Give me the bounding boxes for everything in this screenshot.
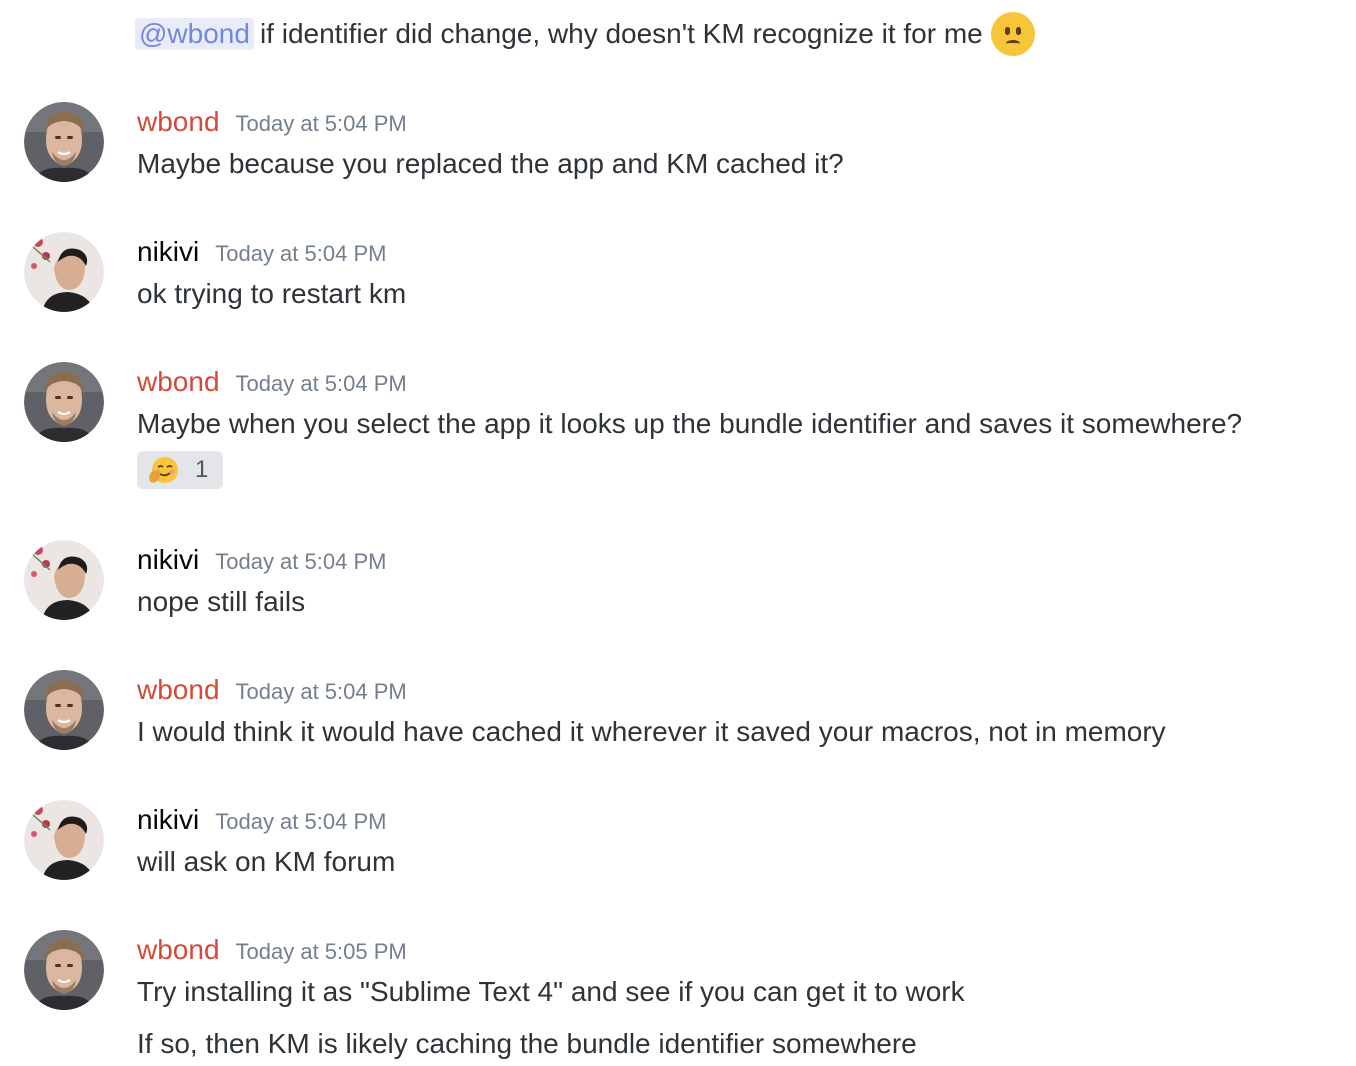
timestamp: Today at 5:04 PM [235, 371, 407, 396]
avatar-wbond[interactable] [24, 670, 104, 750]
message-header: nikivi Today at 5:04 PM [137, 800, 386, 840]
reaction-count: 1 [195, 456, 209, 483]
message-header: nikivi Today at 5:04 PM [137, 540, 386, 580]
message-text: nope still fails [137, 586, 306, 617]
message-header: nikivi Today at 5:04 PM [137, 232, 386, 272]
username[interactable]: nikivi [137, 540, 199, 580]
message-text: Try installing it as "Sublime Text 4" an… [137, 976, 965, 1007]
smirking-hand-emoji-icon [147, 455, 181, 485]
message-header: wbond Today at 5:04 PM [137, 362, 407, 402]
username[interactable]: wbond [137, 670, 220, 710]
timestamp: Today at 5:05 PM [235, 939, 407, 964]
message-text: I would think it would have cached it wh… [137, 716, 1166, 747]
username[interactable]: wbond [137, 102, 220, 142]
avatar-nikivi[interactable] [24, 800, 104, 880]
reaction-button[interactable]: 1 [137, 451, 223, 489]
message-text: Maybe because you replaced the app and K… [137, 148, 844, 179]
avatar-wbond[interactable] [24, 102, 104, 182]
username[interactable]: nikivi [137, 800, 199, 840]
message-continuation: @wbond if identifier did change, why doe… [135, 12, 1035, 56]
avatar-nikivi[interactable] [24, 232, 104, 312]
timestamp: Today at 5:04 PM [235, 111, 407, 136]
message-header: wbond Today at 5:04 PM [137, 102, 407, 142]
username[interactable]: wbond [137, 362, 220, 402]
timestamp: Today at 5:04 PM [235, 679, 407, 704]
avatar-wbond[interactable] [24, 930, 104, 1010]
avatar-wbond[interactable] [24, 362, 104, 442]
timestamp: Today at 5:04 PM [215, 549, 387, 574]
message-header: wbond Today at 5:04 PM [137, 670, 407, 710]
message-text: Maybe when you select the app it looks u… [137, 408, 1243, 439]
timestamp: Today at 5:04 PM [215, 809, 387, 834]
avatar-nikivi[interactable] [24, 540, 104, 620]
message-text: If so, then KM is likely caching the bun… [137, 1028, 917, 1059]
username[interactable]: nikivi [137, 232, 199, 272]
message-text: will ask on KM forum [137, 846, 396, 877]
frowning-face-icon [990, 12, 1035, 56]
username[interactable]: wbond [137, 930, 220, 970]
user-mention[interactable]: @wbond [135, 18, 254, 50]
timestamp: Today at 5:04 PM [215, 241, 387, 266]
message-header: wbond Today at 5:05 PM [137, 930, 407, 970]
chat-messages: @wbond if identifier did change, why doe… [0, 0, 1356, 1066]
message-text: if identifier did change, why doesn't KM… [259, 18, 983, 49]
message-text: ok trying to restart km [137, 278, 407, 309]
